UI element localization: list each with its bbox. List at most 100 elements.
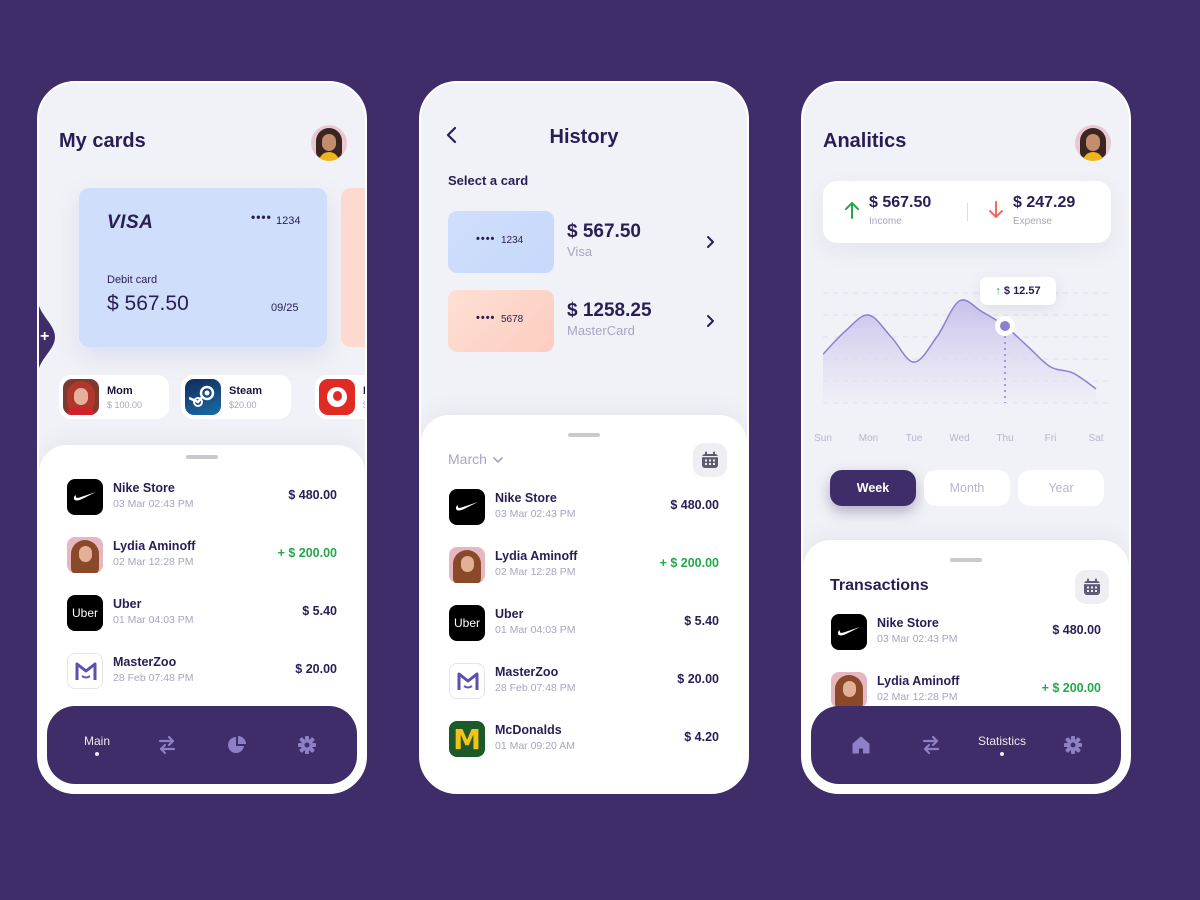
transaction-row[interactable]: Uber Uber 01 Mar 04:03 PM $ 5.40 xyxy=(67,595,337,633)
transaction-amount: $ 20.00 xyxy=(677,672,719,686)
transfer-icon xyxy=(922,735,940,755)
mastercard-card-peek[interactable] xyxy=(341,188,365,347)
chevron-right-icon[interactable] xyxy=(705,314,715,328)
expense-amount: $ 247.29 xyxy=(1013,194,1076,211)
nav-home[interactable] xyxy=(831,706,891,784)
arrow-up-icon xyxy=(845,202,859,219)
nike-icon xyxy=(831,614,867,650)
arrow-up-icon: ↑ xyxy=(995,285,1001,297)
contact-mom[interactable]: Mom $ 100.00 xyxy=(59,375,169,419)
history-screen: History Select a card •••• 1234 $ 567.50… xyxy=(419,81,749,794)
active-indicator xyxy=(95,752,99,756)
transaction-date: 01 Mar 04:03 PM xyxy=(113,614,194,626)
period-month[interactable]: Month xyxy=(924,470,1010,506)
transaction-row[interactable]: Nike Store 03 Mar 02:43 PM $ 480.00 xyxy=(67,479,337,517)
nav-statistics[interactable] xyxy=(207,706,267,784)
transaction-date: 02 Mar 12:28 PM xyxy=(877,691,958,703)
nav-settings[interactable] xyxy=(1043,706,1103,784)
nike-icon xyxy=(449,489,485,525)
add-card-button[interactable]: + xyxy=(39,295,57,379)
contact-vodafone[interactable]: P $ xyxy=(315,375,365,419)
contact-amount: $ 100.00 xyxy=(107,400,143,410)
card-number-dots: •••• xyxy=(476,233,496,245)
period-week[interactable]: Week xyxy=(830,470,916,506)
nav-transfers[interactable] xyxy=(137,706,197,784)
analytics-screen: Analitics $ 567.50 Income $ 247.29 Expen… xyxy=(801,81,1131,794)
card-balance: $ 567.50 xyxy=(107,292,189,315)
transaction-name: Uber xyxy=(495,607,524,621)
transaction-amount: $ 4.20 xyxy=(684,730,719,744)
calendar-button[interactable] xyxy=(693,443,727,477)
select-card-label: Select a card xyxy=(448,173,529,188)
bottom-nav: Main xyxy=(47,706,357,784)
transaction-amount: $ 20.00 xyxy=(295,662,337,676)
visa-card[interactable]: VISA •••• 1234 Debit card $ 567.50 09/25 xyxy=(79,188,327,347)
sheet-grabber[interactable] xyxy=(186,455,218,459)
transaction-amount: $ 5.40 xyxy=(684,614,719,628)
chart-canvas xyxy=(823,292,1113,404)
contact-steam[interactable]: Steam $20.00 xyxy=(181,375,291,419)
page-title: My cards xyxy=(59,130,146,152)
transaction-amount: $ 5.40 xyxy=(302,604,337,618)
transaction-date: 02 Mar 12:28 PM xyxy=(113,556,194,568)
transaction-date: 01 Mar 04:03 PM xyxy=(495,624,576,636)
bottom-nav: Statistics xyxy=(811,706,1121,784)
x-tick-label: Sat xyxy=(1088,433,1104,444)
transaction-amount: + $ 200.00 xyxy=(1041,681,1101,695)
transaction-row[interactable]: Lydia Aminoff 02 Mar 12:28 PM + $ 200.00 xyxy=(449,547,719,585)
period-year[interactable]: Year xyxy=(1018,470,1104,506)
transaction-row[interactable]: Nike Store 03 Mar 02:43 PM $ 480.00 xyxy=(449,489,719,527)
transaction-row[interactable]: Nike Store 03 Mar 02:43 PM $ 480.00 xyxy=(831,614,1101,652)
calendar-icon xyxy=(1084,578,1100,595)
plus-icon: + xyxy=(40,328,50,345)
arrow-down-icon xyxy=(989,201,1003,218)
page-title: History xyxy=(549,126,619,148)
transaction-date: 03 Mar 02:43 PM xyxy=(877,633,958,645)
transactions-sheet: March Nike Store 03 Mar 02:43 PM $ 480.00 L… xyxy=(421,415,747,792)
transaction-name: MasterZoo xyxy=(113,655,177,669)
transaction-name: Lydia Aminoff xyxy=(113,539,196,553)
nav-statistics[interactable]: Statistics xyxy=(966,706,1038,784)
expense-label: Expense xyxy=(1013,216,1052,227)
chevron-right-icon[interactable] xyxy=(705,235,715,249)
sheet-grabber[interactable] xyxy=(950,558,982,562)
visa-logo: VISA xyxy=(107,212,154,233)
transaction-name: McDonalds xyxy=(495,723,562,737)
contact-amount: $20.00 xyxy=(229,400,257,410)
sheet-grabber[interactable] xyxy=(568,433,600,437)
income-amount: $ 567.50 xyxy=(869,194,932,211)
avatar[interactable] xyxy=(311,125,347,161)
transaction-row[interactable]: M McDonalds 01 Mar 09:20 AM $ 4.20 xyxy=(449,721,719,759)
nav-main[interactable]: Main xyxy=(67,706,127,784)
x-tick-label: Tue xyxy=(905,433,923,444)
transaction-name: Nike Store xyxy=(495,491,557,505)
transaction-row[interactable]: Uber Uber 01 Mar 04:03 PM $ 5.40 xyxy=(449,605,719,643)
transaction-amount: + $ 200.00 xyxy=(659,556,719,570)
steam-icon xyxy=(185,379,221,415)
transaction-row[interactable]: Lydia Aminoff 02 Mar 12:28 PM + $ 200.00 xyxy=(831,672,1101,710)
visa-card-thumb[interactable]: •••• 1234 xyxy=(448,211,554,273)
card-number-dots: •••• xyxy=(476,312,496,324)
month-dropdown[interactable]: March xyxy=(448,451,503,467)
nav-settings[interactable] xyxy=(277,706,337,784)
month-label: March xyxy=(448,451,487,467)
transaction-row[interactable]: MasterZoo 28 Feb 07:48 PM $ 20.00 xyxy=(67,653,337,691)
mastercard-card-thumb[interactable]: •••• 5678 xyxy=(448,290,554,352)
transaction-row[interactable]: MasterZoo 28 Feb 07:48 PM $ 20.00 xyxy=(449,663,719,701)
lydia-avatar xyxy=(449,547,485,583)
uber-icon: Uber xyxy=(449,605,485,641)
nike-icon xyxy=(67,479,103,515)
tooltip-value: $ 12.57 xyxy=(1003,285,1041,297)
transaction-date: 28 Feb 07:48 PM xyxy=(113,672,194,684)
calendar-button[interactable] xyxy=(1075,570,1109,604)
transaction-row[interactable]: Lydia Aminoff 02 Mar 12:28 PM + $ 200.00 xyxy=(67,537,337,575)
transaction-name: Uber xyxy=(113,597,142,611)
x-tick-label: Wed xyxy=(949,433,970,444)
mcdonalds-icon: M xyxy=(449,721,485,757)
highlight-point[interactable] xyxy=(1000,321,1010,331)
transaction-date: 03 Mar 02:43 PM xyxy=(113,498,194,510)
nav-transfers[interactable] xyxy=(901,706,961,784)
transaction-date: 03 Mar 02:43 PM xyxy=(495,508,576,520)
avatar[interactable] xyxy=(1075,125,1111,161)
transactions-title: Transactions xyxy=(830,577,929,594)
